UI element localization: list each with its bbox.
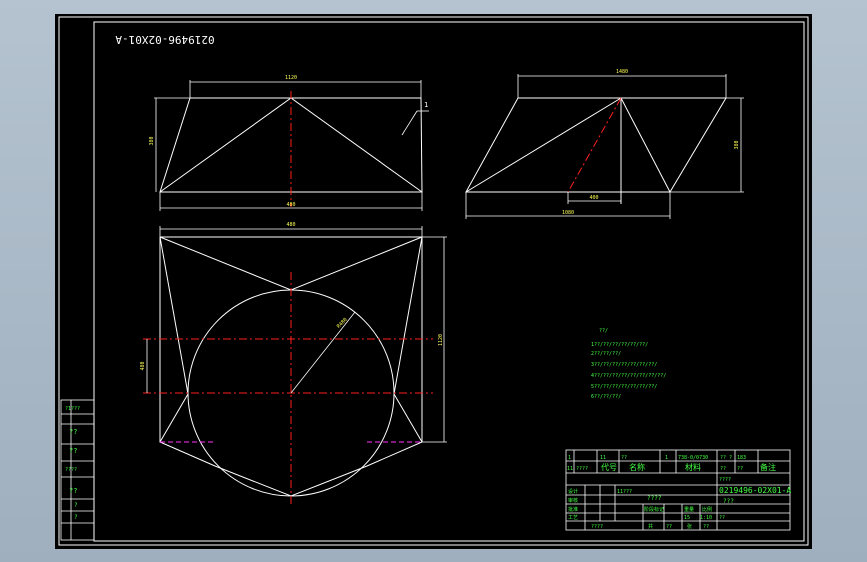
dim-side-small: 400 (589, 195, 598, 201)
title-label: 设计 (568, 488, 578, 495)
side-view: 1480 380 400 1080 (465, 69, 744, 219)
title-cell: 代号 (601, 462, 617, 472)
title-cell: ?? (720, 466, 726, 472)
dim-front-height: 380 (149, 136, 155, 145)
title-sheet-value: ?? (666, 524, 672, 530)
part-label: 1 (424, 101, 428, 109)
note-line: 6??/??/??/ (591, 394, 621, 400)
title-footer: ???? (591, 524, 603, 530)
title-scale-value: 1:10 (700, 515, 712, 521)
dim-plan-top: 480 (286, 222, 295, 228)
note-line: 3??/??/??/??/??/??/??/ (591, 362, 657, 368)
dim-side-bottom: 1080 (562, 210, 574, 216)
cad-viewport: 0219496-02X01-A 1120 380 480 1 1480 380 … (0, 0, 867, 562)
title-label: 批准 (568, 506, 578, 513)
title-cell: 1 (568, 455, 571, 461)
title-cell: 11 (600, 455, 606, 461)
side-panel-item: ?? (69, 487, 77, 495)
dim-front-top: 1120 (285, 75, 297, 81)
title-cell: 11 (567, 466, 573, 472)
front-view: 1120 380 480 1 (149, 75, 429, 211)
title-header-small: ???? (719, 477, 731, 483)
title-sheet-label: 共 (648, 523, 653, 530)
note-line: 5??/??/??/??/??/??/??/ (591, 384, 657, 390)
title-cell: ???? (576, 466, 588, 472)
title-label: 审核 (568, 497, 578, 504)
side-panel-item: ? (74, 514, 78, 521)
note-line: 4??/??/??/??/??/??/??/??/ (591, 373, 666, 379)
dim-plan-height: 1120 (438, 334, 444, 346)
title-cell: 183 (737, 455, 746, 461)
title-cell: 备注 (760, 462, 776, 472)
title-code: 11??? (617, 489, 632, 495)
dim-plan-left: 480 (140, 361, 146, 370)
drawing-svg: 0219496-02X01-A 1120 380 480 1 1480 380 … (58, 16, 809, 546)
title-scale-label: 比例 (702, 506, 712, 513)
title-approve-small: ?? (719, 515, 725, 521)
side-panel-item: ?? (69, 447, 77, 455)
title-cell: 738-0/0730 (678, 455, 708, 461)
dim-front-bottom: 480 (286, 202, 295, 208)
side-panel-text: ?1??? ?? ?? ???? ?? ? ? (65, 406, 80, 521)
side-panel-item: ???? (65, 467, 77, 473)
dim-side-height: 380 (734, 140, 740, 149)
title-sheet-label-2: 张 (687, 523, 692, 530)
side-panel-item: ?? (69, 428, 77, 436)
drawing-canvas[interactable]: 0219496-02X01-A 1120 380 480 1 1480 380 … (55, 14, 812, 549)
title-cell: 材料 (685, 462, 701, 472)
plan-view: 480 1120 480 R480 (140, 222, 447, 504)
note-line: 2??/??/??/ (591, 351, 621, 357)
title-weight-label: 重量 (684, 506, 694, 513)
title-cell: 1 (665, 455, 668, 461)
notes-title: ??/ (599, 328, 608, 334)
side-panel-item: ?1??? (65, 406, 80, 412)
title-label: 工艺 (568, 515, 578, 521)
dim-side-top: 1480 (616, 69, 628, 75)
side-panel-item: ? (74, 502, 78, 509)
note-line: 1??/??/??/??/??/??/ (591, 342, 648, 348)
mirrored-drawing-number: 0219496-02X01-A (115, 33, 215, 46)
title-cell: ?? (621, 455, 627, 461)
title-weight-value: 15 (684, 515, 690, 521)
title-cell: ?? ? (720, 455, 732, 461)
technical-notes: ??/ 1??/??/??/??/??/??/ 2??/??/??/ 3??/?… (591, 328, 666, 400)
title-page-value: ?? (703, 524, 709, 530)
title-drawing-number: 0219496-02X01-A (719, 486, 791, 495)
title-stage-label: 阶段标记 (644, 506, 664, 513)
title-cell: ?? (737, 466, 743, 472)
title-name-text: ???? (647, 495, 662, 502)
title-drawing-name: ??? (723, 498, 734, 505)
title-cell: 名称 (629, 462, 645, 472)
title-block: 1 11 ?? 1 738-0/0730 ?? ? 183 11 ???? 代号… (565, 449, 791, 531)
